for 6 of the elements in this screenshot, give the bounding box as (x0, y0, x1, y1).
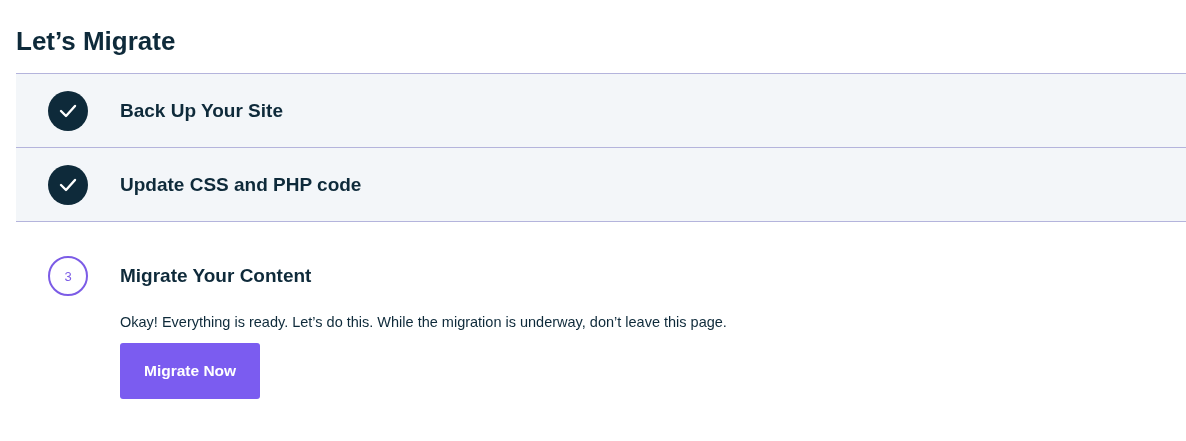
step-number: 3 (48, 256, 88, 296)
step-title: Migrate Your Content (120, 265, 312, 287)
step-description: Okay! Everything is ready. Let’s do this. While the migration is underway, don’t leave this page. (120, 314, 728, 330)
step-title: Back Up Your Site (120, 99, 283, 122)
migrate-button[interactable]: Migrate Now (120, 343, 261, 399)
step-title: Update CSS and PHP code (120, 173, 362, 196)
